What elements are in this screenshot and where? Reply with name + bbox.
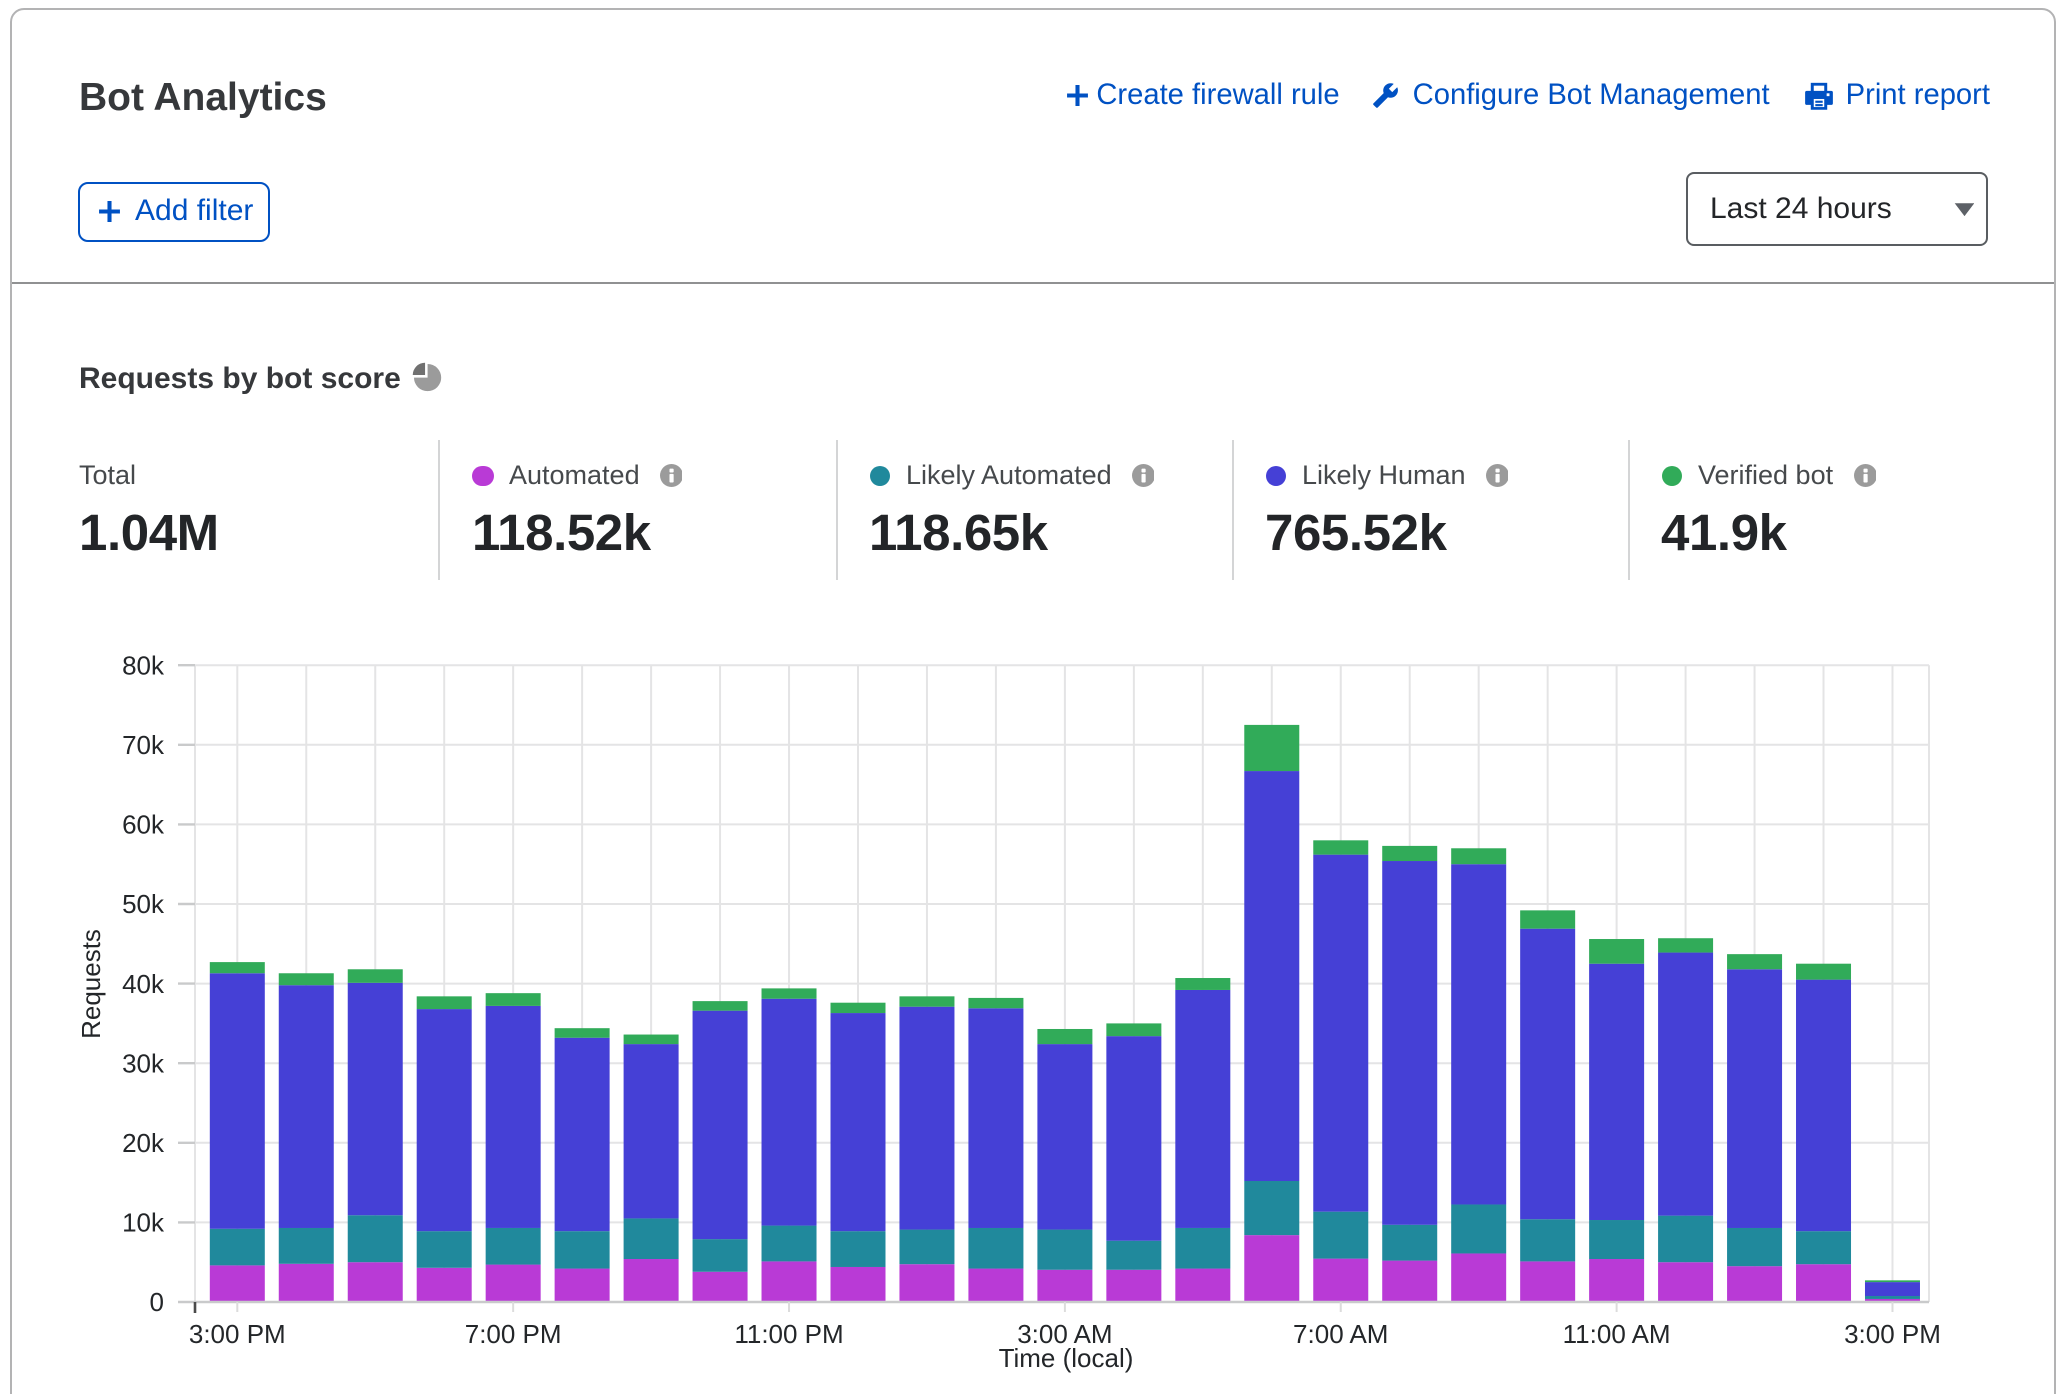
svg-text:50k: 50k xyxy=(122,889,165,919)
svg-text:Time (local): Time (local) xyxy=(999,1343,1134,1373)
svg-text:7:00 AM: 7:00 AM xyxy=(1293,1319,1388,1349)
svg-text:Requests: Requests xyxy=(76,929,106,1039)
svg-text:40k: 40k xyxy=(122,969,165,999)
svg-text:3:00 PM: 3:00 PM xyxy=(189,1319,286,1349)
svg-text:11:00 PM: 11:00 PM xyxy=(734,1319,843,1349)
svg-text:20k: 20k xyxy=(122,1128,165,1158)
svg-text:7:00 PM: 7:00 PM xyxy=(465,1319,562,1349)
svg-text:80k: 80k xyxy=(122,650,165,680)
svg-text:3:00 PM: 3:00 PM xyxy=(1844,1319,1941,1349)
svg-text:10k: 10k xyxy=(122,1208,165,1238)
svg-text:60k: 60k xyxy=(122,810,165,840)
svg-text:30k: 30k xyxy=(122,1048,165,1078)
svg-text:11:00 AM: 11:00 AM xyxy=(1563,1319,1671,1349)
svg-text:0: 0 xyxy=(150,1287,164,1317)
svg-text:70k: 70k xyxy=(122,730,165,760)
